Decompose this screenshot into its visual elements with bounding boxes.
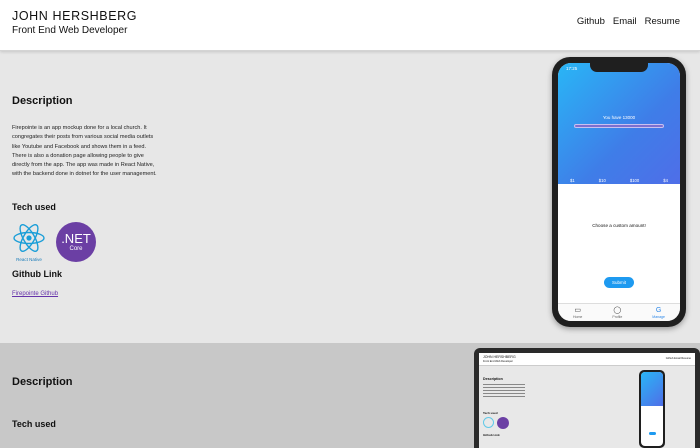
mini-text-line	[483, 390, 525, 391]
description-heading: Description	[12, 376, 73, 388]
tech-heading: Tech used	[12, 202, 56, 212]
tab-label: Home	[573, 314, 583, 319]
phone-notch	[590, 63, 648, 72]
laptop-mockup: JOHN HERSHBERG Front End Web Developer G…	[474, 348, 700, 448]
mini-brand-name: JOHN HERSHBERG	[483, 355, 516, 359]
github-project-link[interactable]: Firepointe Github	[12, 291, 58, 297]
mini-tech-heading: Tech used	[483, 411, 498, 415]
project-description: Firepointe is an app mockup done for a l…	[12, 125, 157, 178]
laptop-screen: JOHN HERSHBERG Front End Web Developer G…	[479, 353, 695, 448]
mini-description-heading: Description	[483, 377, 503, 381]
mini-dotnet-icon	[497, 417, 509, 429]
mini-phone-screen	[641, 372, 663, 446]
mini-submit-button	[649, 432, 656, 435]
mini-nav: Github Email Resume	[665, 357, 691, 360]
phone-screen: 17:25 You have 13000 $1 $10 $100 $4 Choo…	[558, 63, 680, 321]
react-native-label: React Native	[16, 257, 42, 262]
project-section-firepointe: Description Firepointe is an app mockup …	[0, 51, 700, 343]
amount-option[interactable]: $100	[630, 178, 639, 183]
mini-text-line	[483, 387, 525, 388]
status-time: 17:25	[566, 66, 578, 71]
mini-text-line	[483, 384, 525, 385]
brand-name: JOHN HERSHBERG	[12, 9, 138, 23]
mini-brand-role: Front End Web Developer	[483, 360, 513, 363]
tab-profile[interactable]: ◯ Profile	[612, 307, 622, 319]
amount-options: $1 $10 $100 $4	[558, 178, 680, 183]
dotnet-core-icon: .NET Core	[56, 222, 96, 262]
site-header: JOHN HERSHBERG Front End Web Developer G…	[0, 0, 700, 51]
description-heading: Description	[12, 95, 73, 107]
submit-button[interactable]: Submit	[604, 277, 634, 288]
core-label: Core	[69, 245, 83, 252]
mini-react-icon	[483, 417, 494, 428]
custom-amount-text: Choose a custom amount!	[592, 223, 646, 228]
react-icon	[13, 224, 45, 252]
main-nav: Github Email Resume	[577, 16, 680, 27]
balance-text: You have 13000	[602, 115, 636, 120]
tab-label: Profile	[612, 314, 623, 319]
dotnet-label: .NET	[61, 230, 91, 246]
amount-option[interactable]: $10	[599, 178, 606, 183]
amount-option[interactable]: $1	[570, 178, 575, 183]
mini-github-heading: Github Link	[483, 433, 500, 437]
nav-resume-link[interactable]: Resume	[645, 16, 680, 27]
phone-mockup: 17:25 You have 13000 $1 $10 $100 $4 Choo…	[552, 57, 686, 327]
nav-email-link[interactable]: Email	[613, 16, 637, 27]
tab-home[interactable]: ▭ Home	[573, 307, 582, 319]
user-icon: ◯	[613, 306, 622, 314]
mini-phone	[639, 370, 665, 448]
brand-role: Front End Web Developer	[12, 25, 128, 36]
g-icon: G	[655, 306, 662, 314]
phone-tab-bar: ▭ Home ◯ Profile G Manage	[558, 303, 680, 321]
tech-logos: React Native .NET Core	[12, 222, 96, 262]
amount-option[interactable]: $4	[663, 178, 668, 183]
react-native-logo: React Native	[12, 222, 46, 262]
mini-header: JOHN HERSHBERG Front End Web Developer G…	[479, 353, 695, 366]
nav-github-link[interactable]: Github	[577, 16, 605, 27]
balance-bar	[574, 124, 664, 128]
tab-label: Manage	[652, 314, 665, 319]
tab-manage[interactable]: G Manage	[652, 307, 665, 319]
mini-text-line	[483, 396, 525, 397]
github-heading: Github Link	[12, 269, 62, 279]
brand[interactable]: JOHN HERSHBERG Front End Web Developer	[12, 9, 137, 36]
tech-heading: Tech used	[12, 419, 56, 429]
mini-text-line	[483, 393, 525, 394]
mini-phone-header	[641, 372, 663, 406]
home-icon: ▭	[574, 306, 581, 314]
project-section-portfolio: Description Tech used JOHN HERSHBERG Fro…	[0, 343, 700, 448]
